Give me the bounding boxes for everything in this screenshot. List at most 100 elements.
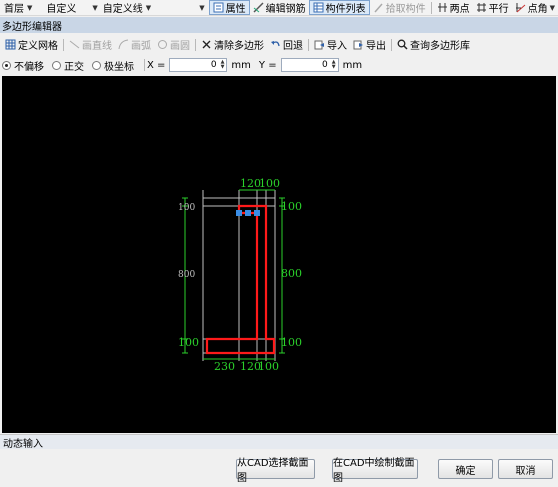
attributes-button[interactable]: 属性: [208, 0, 250, 15]
options-divider: [144, 59, 145, 71]
dim-right-mid: 800: [281, 267, 302, 280]
component-list-button[interactable]: 构件列表: [308, 0, 370, 15]
y-coordinate-input[interactable]: 0 ▲ ▼: [280, 58, 339, 72]
export-button[interactable]: 导出: [350, 37, 389, 52]
polar-label: 极坐标: [104, 61, 134, 73]
chevron-down-icon: ▼: [92, 3, 98, 12]
x-label: X =: [147, 59, 166, 71]
chevron-down-icon: ▼: [199, 3, 205, 12]
attributes-label: 属性: [225, 4, 246, 15]
custom-dropdown[interactable]: 自定义: [42, 0, 80, 15]
search-icon: [397, 39, 408, 50]
dim-left-top: 100: [178, 203, 195, 213]
no-offset-label: 不偏移: [14, 61, 44, 73]
dynamic-input-label: 动态输入: [3, 438, 43, 450]
query-library-label: 查询多边形库: [410, 41, 470, 52]
drawing-canvas[interactable]: 120 100 100 800 100 100 230 120 100 100 …: [2, 76, 556, 433]
ok-button[interactable]: 确定: [438, 459, 493, 479]
dim-bottom-c: 100: [258, 360, 279, 373]
parallel-label: 平行: [488, 4, 509, 15]
x-unit: mm: [231, 59, 251, 71]
floor-dropdown[interactable]: 首层 ▼: [0, 0, 36, 16]
two-points-label: 两点: [449, 4, 470, 15]
line-icon: [69, 39, 80, 50]
dim-left-mid: 800: [178, 270, 195, 280]
undo-button[interactable]: 回退: [267, 37, 306, 52]
blank-dropdown[interactable]: ▼: [155, 4, 208, 12]
pick-component-button[interactable]: 拾取构件: [370, 0, 429, 15]
toolbar-divider: [391, 38, 392, 51]
import-button[interactable]: 导入: [311, 37, 350, 52]
dialog-title: 多边形编辑器: [2, 21, 62, 33]
rebar-edit-icon: [253, 2, 264, 13]
dialog-title-bar: 多边形编辑器: [0, 17, 558, 33]
x-value: 0: [210, 60, 217, 70]
dim-top-a: 120: [240, 177, 261, 190]
point-angle-label: 点角: [527, 4, 548, 15]
define-grid-button[interactable]: 定义网格: [2, 37, 61, 52]
y-label: Y =: [258, 59, 277, 71]
grid-icon: [5, 39, 16, 50]
component-list-label: 构件列表: [325, 4, 366, 15]
grip-handle: [236, 210, 242, 216]
section-drawing: 120 100 100 800 100 100 230 120 100 100 …: [178, 177, 302, 373]
attributes-icon: [213, 2, 224, 13]
draw-circle-label: 画圆: [170, 41, 190, 52]
radio-unchecked-icon: [92, 60, 101, 70]
toolbar-divider: [308, 38, 309, 51]
query-library-button[interactable]: 查询多边形库: [394, 37, 473, 52]
spinner-arrows-icon[interactable]: ▲ ▼: [221, 60, 225, 70]
circle-icon: [157, 39, 168, 50]
point-angle-button[interactable]: 点角 ▼: [512, 0, 558, 15]
orthogonal-label: 正交: [64, 61, 84, 73]
edit-rebar-label: 编辑钢筋: [265, 4, 306, 15]
draw-circle-button[interactable]: 画圆: [154, 37, 193, 52]
main-toolbar: 首层 ▼ 自定义 ▼ 自定义线 ▼ ▼ 属性 编辑钢筋 构件列表 拾取构件 两点…: [0, 0, 558, 16]
export-label: 导出: [366, 41, 386, 52]
pick-icon: [373, 2, 384, 13]
floor-label: 首层: [4, 4, 24, 15]
toolbar-divider: [430, 1, 432, 14]
toolbar-divider: [63, 38, 64, 51]
close-icon: [201, 39, 212, 50]
cancel-label: 取消: [515, 465, 536, 477]
cancel-button[interactable]: 取消: [498, 459, 553, 479]
draw-line-button[interactable]: 画直线: [66, 37, 115, 52]
import-label: 导入: [327, 41, 347, 52]
import-icon: [314, 39, 325, 50]
spinner-arrows-icon[interactable]: ▲ ▼: [332, 60, 336, 70]
draw-in-cad-button[interactable]: 在CAD中绘制截面图: [332, 458, 418, 484]
draw-line-label: 画直线: [82, 41, 112, 52]
section-outline: [205, 204, 276, 355]
toolbar-divider: [195, 38, 196, 51]
two-points-button[interactable]: 两点: [434, 0, 473, 15]
edit-rebar-button[interactable]: 编辑钢筋: [250, 0, 309, 15]
select-from-cad-button[interactable]: 从CAD选择截面图: [236, 458, 315, 484]
x-coordinate-input[interactable]: 0 ▲ ▼: [169, 58, 228, 72]
dim-right-top: 100: [281, 200, 302, 213]
parallel-icon: [476, 2, 487, 13]
undo-icon: [270, 39, 281, 50]
dim-bottom-a: 230: [214, 360, 235, 373]
chevron-down-icon: ▼: [549, 3, 555, 12]
clear-polygon-button[interactable]: 清除多边形: [198, 37, 267, 52]
polar-radio[interactable]: 极坐标: [92, 58, 134, 73]
parallel-button[interactable]: 平行: [473, 0, 512, 15]
arc-icon: [118, 39, 129, 50]
pick-component-label: 拾取构件: [385, 4, 426, 15]
custom-label: 自定义: [46, 4, 77, 15]
dynamic-input-tab[interactable]: 动态输入: [0, 434, 558, 450]
no-offset-radio[interactable]: 不偏移: [2, 58, 44, 73]
y-unit: mm: [342, 59, 363, 71]
orthogonal-radio[interactable]: 正交: [52, 58, 84, 73]
list-icon: [313, 2, 324, 13]
custom-line-dropdown[interactable]: ▼ 自定义线 ▼: [88, 0, 155, 16]
undo-label: 回退: [283, 41, 303, 52]
draw-in-cad-label: 在CAD中绘制截面图: [333, 458, 415, 484]
draw-arc-label: 画弧: [131, 41, 151, 52]
draw-arc-button[interactable]: 画弧: [115, 37, 154, 52]
select-from-cad-label: 从CAD选择截面图: [237, 458, 309, 484]
grip-handle: [254, 210, 260, 216]
y-value: 0: [321, 60, 328, 70]
chevron-down-icon: ▼: [27, 3, 33, 12]
